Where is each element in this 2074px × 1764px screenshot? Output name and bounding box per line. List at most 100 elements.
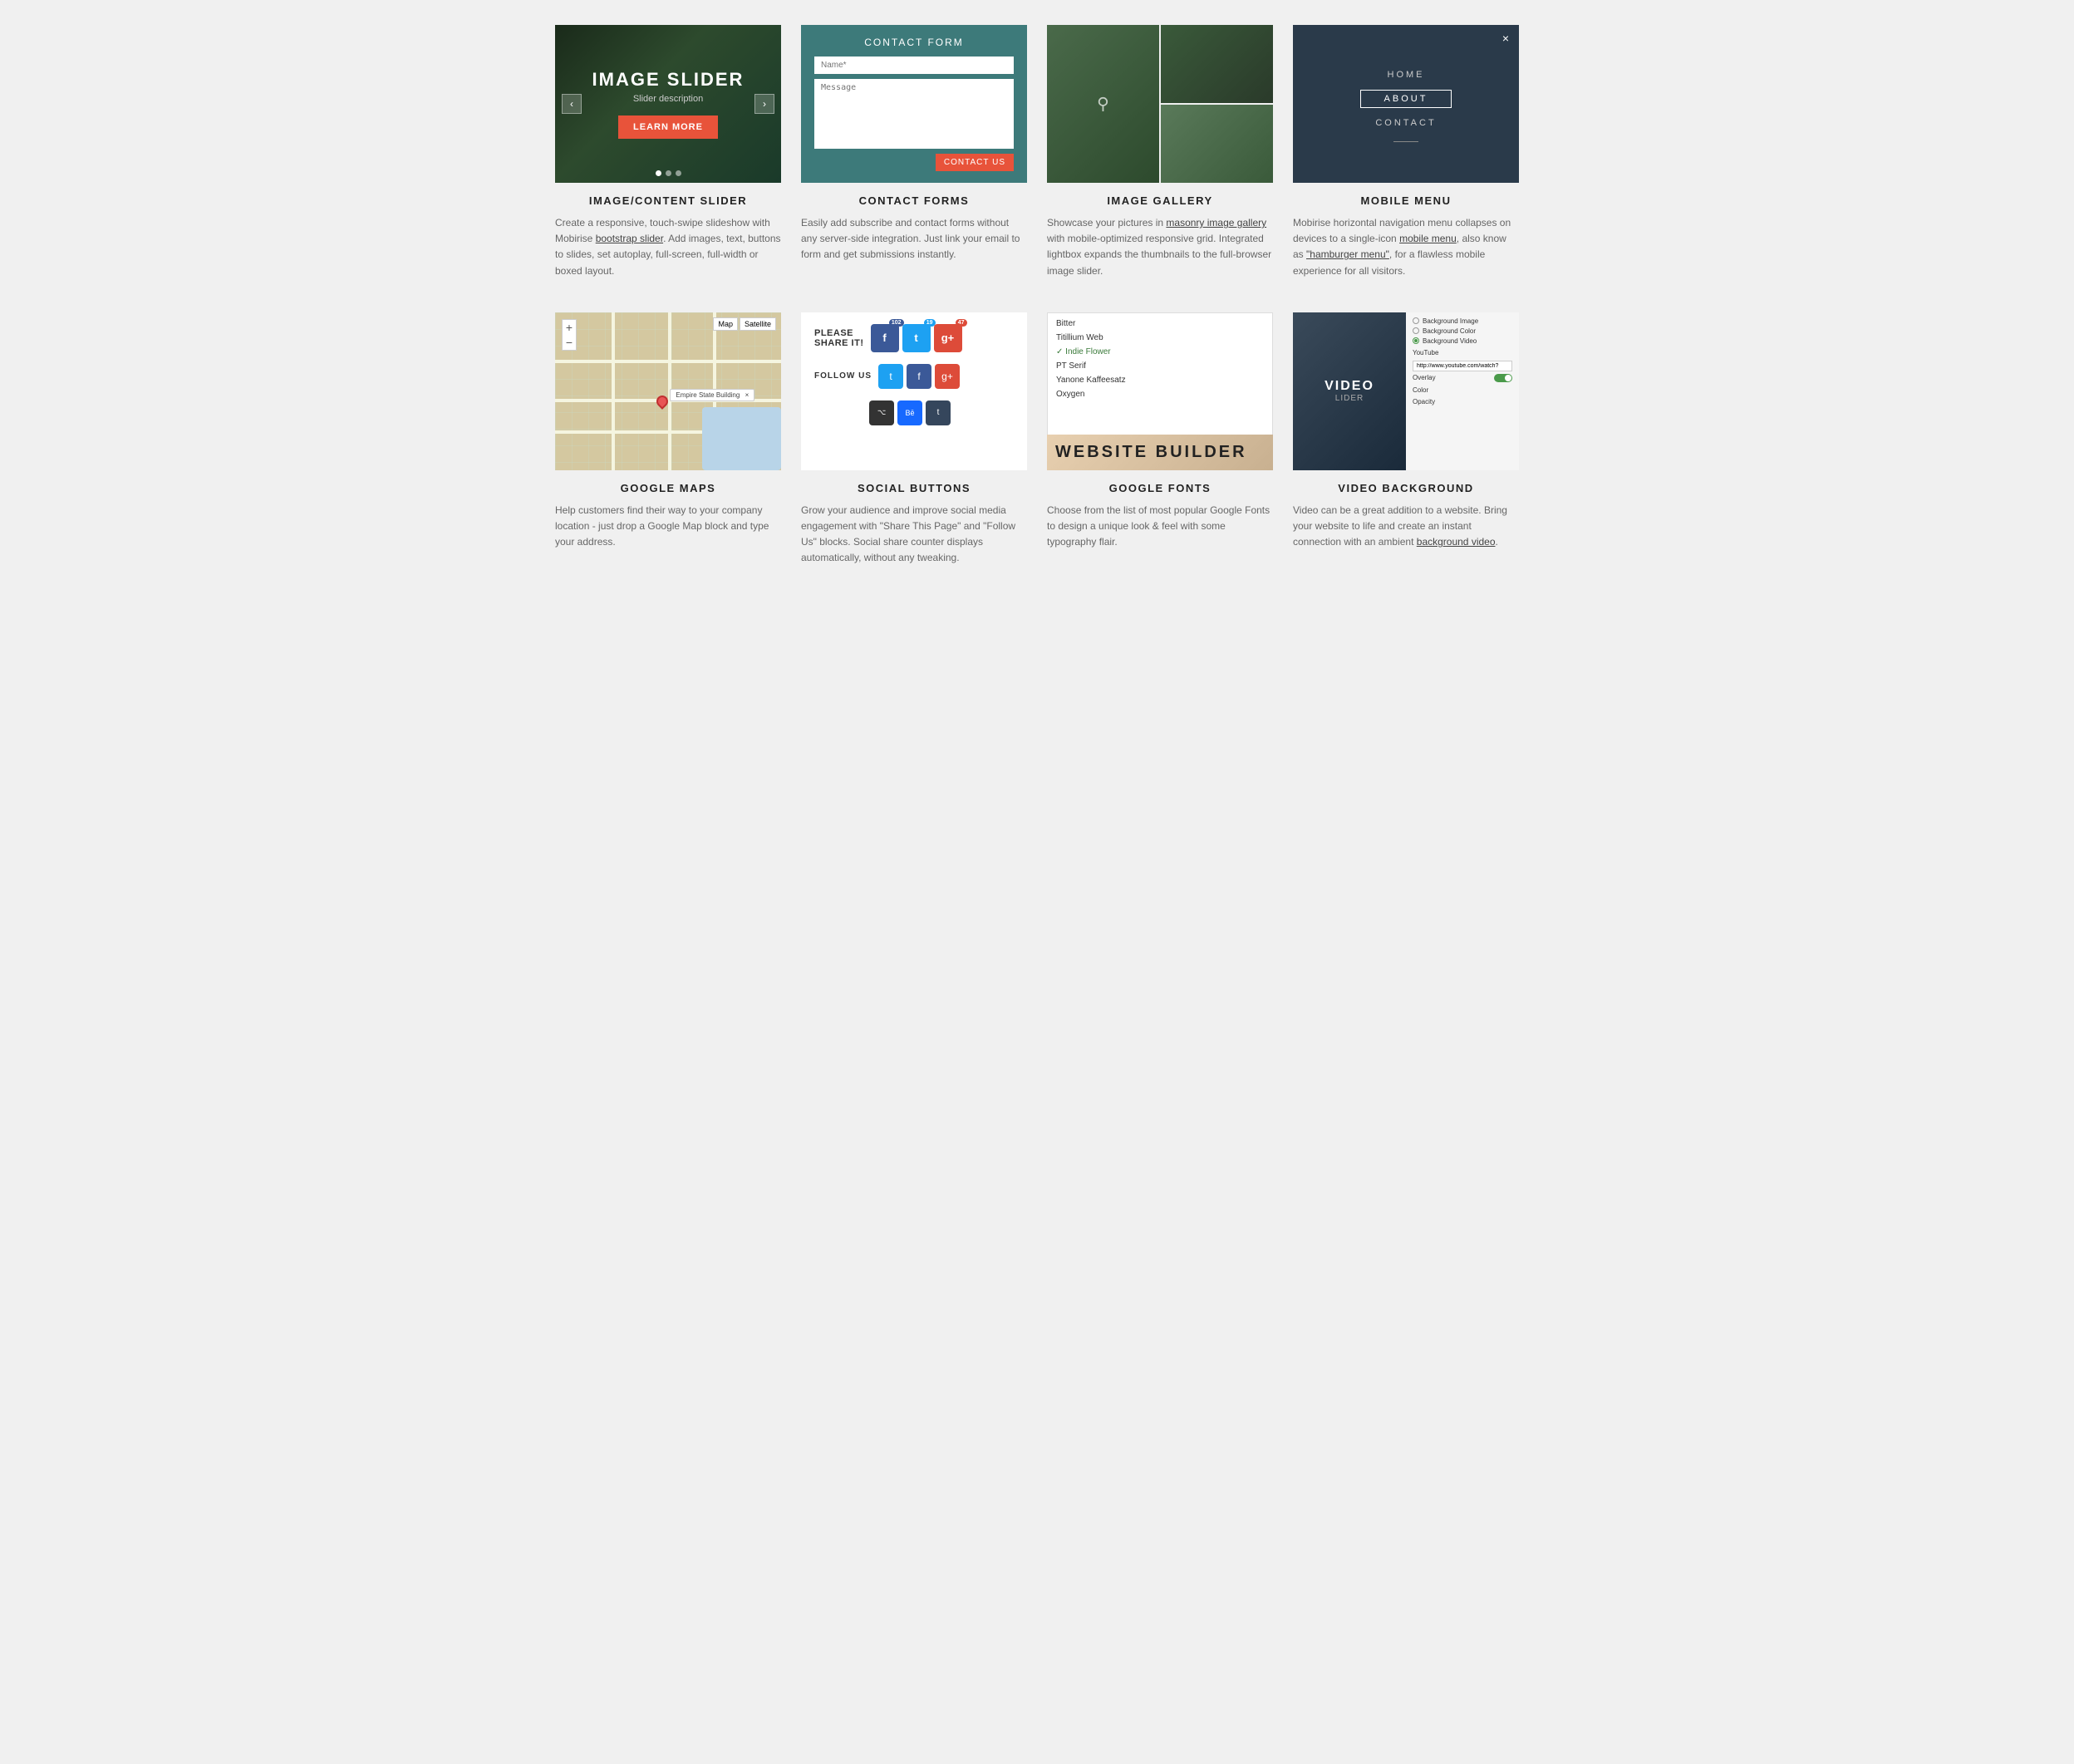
map-tooltip: Empire State Building ×: [670, 389, 754, 401]
map-tool-map[interactable]: Map: [713, 317, 738, 331]
slider-dots: [656, 170, 681, 176]
map-marker: Empire State Building ×: [656, 396, 668, 407]
mm-divider: [1393, 141, 1418, 142]
card-google-fonts: Bitter Titillium Web Indie Flower PT Ser…: [1047, 312, 1273, 567]
map-preview-bg: Map Satellite + − Empire State Bui: [555, 312, 781, 470]
map-water: [702, 407, 781, 470]
video-right-panel: Background Image Background Color Backgr…: [1406, 312, 1519, 470]
vr-youtube-input[interactable]: [1413, 361, 1512, 371]
cf-name-input[interactable]: [814, 57, 1014, 74]
map-tool-satellite[interactable]: Satellite: [740, 317, 776, 331]
share-facebook-button[interactable]: f 102: [871, 324, 899, 352]
vr-radio-bg-video[interactable]: [1413, 337, 1419, 344]
vr-radio-bg-color[interactable]: [1413, 327, 1419, 334]
slider-learn-more-button[interactable]: LEARN MORE: [618, 115, 718, 139]
font-preview-text: WEBSITE BUILDER: [1055, 443, 1265, 462]
font-yanone[interactable]: Yanone Kaffeesatz: [1048, 373, 1272, 387]
card-title-mobile-menu: MOBILE MENU: [1293, 194, 1519, 207]
video-label-area: VIDEO LIDER: [1325, 379, 1374, 403]
slider-preview-image: ‹ IMAGE SLIDER Slider description LEARN …: [555, 25, 781, 183]
vr-radio-bg-image[interactable]: [1413, 317, 1419, 324]
follow-github-button[interactable]: ⌥: [869, 400, 894, 425]
link-masonry-gallery[interactable]: masonry image gallery: [1166, 217, 1266, 228]
follow-label: FOLLOW US: [814, 371, 872, 381]
font-indie-flower[interactable]: Indie Flower: [1048, 345, 1272, 359]
video-sub-label: LIDER: [1325, 394, 1374, 403]
gallery-cell-1: ⚲: [1047, 25, 1159, 183]
share-row: PLEASESHARE IT! f 102 t 19 g+: [814, 324, 1014, 352]
font-oxygen[interactable]: Oxygen: [1048, 387, 1272, 401]
gp-icon: g+: [941, 332, 955, 344]
map-zoom-out[interactable]: −: [563, 335, 576, 350]
share-label: PLEASESHARE IT!: [814, 328, 864, 348]
follow-behance-button[interactable]: Bē: [897, 400, 922, 425]
font-preview-area: WEBSITE BUILDER: [1047, 435, 1273, 470]
follow-tumblr-button[interactable]: t: [926, 400, 951, 425]
follow-twitter-button[interactable]: t: [878, 364, 903, 389]
share-buttons: f 102 t 19 g+ 47: [871, 324, 962, 352]
cf-title: CONTACT FORM: [814, 37, 1014, 48]
follow-buttons: t f g+: [878, 364, 960, 389]
card-title-slider: IMAGE/CONTENT SLIDER: [555, 194, 781, 207]
card-image-slider: ‹ IMAGE SLIDER Slider description LEARN …: [555, 25, 781, 279]
mm-item-contact[interactable]: CONTACT: [1375, 115, 1436, 131]
follow-facebook-button[interactable]: f: [907, 364, 931, 389]
font-bitter[interactable]: Bitter: [1048, 317, 1272, 331]
map-tooltip-close[interactable]: ×: [745, 391, 749, 399]
card-google-maps: Map Satellite + − Empire State Bui: [555, 312, 781, 567]
slider-nav-left[interactable]: ‹: [562, 94, 582, 114]
dot-3: [676, 170, 681, 176]
card-title-video: VIDEO BACKGROUND: [1293, 482, 1519, 494]
mm-item-about[interactable]: ABOUT: [1360, 90, 1452, 108]
vr-label-bg-video: Background Video: [1423, 337, 1477, 345]
card-desc-gallery: Showcase your pictures in masonry image …: [1047, 215, 1273, 279]
vr-overlay-label: Overlay: [1413, 374, 1436, 381]
vr-overlay-toggle[interactable]: [1494, 374, 1512, 382]
gallery-preview-bg: ⚲: [1047, 25, 1273, 183]
gallery-cell-2: [1161, 25, 1273, 103]
vr-option-bg-color: Background Color: [1413, 327, 1512, 335]
dot-2: [666, 170, 671, 176]
mobile-menu-preview-image: × HOME ABOUT CONTACT: [1293, 25, 1519, 183]
card-desc-mobile-menu: Mobirise horizontal navigation menu coll…: [1293, 215, 1519, 279]
link-background-video[interactable]: background video: [1417, 536, 1496, 548]
card-desc-fonts: Choose from the list of most popular Goo…: [1047, 503, 1273, 551]
fb-icon: f: [882, 332, 886, 344]
card-social-buttons: PLEASESHARE IT! f 102 t 19 g+: [801, 312, 1027, 567]
vr-youtube-label: YouTube: [1413, 349, 1512, 356]
follow-googleplus-button[interactable]: g+: [935, 364, 960, 389]
share-googleplus-button[interactable]: g+ 47: [934, 324, 962, 352]
mobile-menu-close-icon[interactable]: ×: [1502, 32, 1509, 45]
gallery-desc-1: Showcase your pictures in: [1047, 217, 1166, 228]
map-toolbar: Map Satellite: [713, 317, 776, 331]
follow-row: FOLLOW US t f g+: [814, 364, 1014, 389]
slider-preview-bg: ‹ IMAGE SLIDER Slider description LEARN …: [555, 25, 781, 183]
link-mobile-menu[interactable]: mobile menu: [1399, 233, 1457, 244]
card-contact-forms: CONTACT FORM CONTACT US CONTACT FORMS Ea…: [801, 25, 1027, 279]
gp-count: 47: [956, 319, 967, 327]
link-hamburger-menu[interactable]: "hamburger menu": [1306, 248, 1389, 260]
contact-form-preview-bg: CONTACT FORM CONTACT US: [801, 25, 1027, 183]
gallery-preview-image: ⚲: [1047, 25, 1273, 183]
slider-nav-right[interactable]: ›: [754, 94, 774, 114]
cf-message-input[interactable]: [814, 79, 1014, 149]
mm-item-home[interactable]: HOME: [1388, 66, 1425, 83]
row2-grid: Map Satellite + − Empire State Bui: [555, 312, 1519, 567]
vr-color-label: Color: [1413, 386, 1512, 394]
font-pt-serif[interactable]: PT Serif: [1048, 359, 1272, 373]
card-desc-slider: Create a responsive, touch-swipe slidesh…: [555, 215, 781, 279]
vr-label-bg-color: Background Color: [1423, 327, 1476, 335]
link-bootstrap-slider[interactable]: bootstrap slider: [596, 233, 663, 244]
card-desc-social: Grow your audience and improve social me…: [801, 503, 1027, 567]
cf-submit-button[interactable]: CONTACT US: [936, 154, 1014, 171]
font-titillium[interactable]: Titillium Web: [1048, 331, 1272, 345]
card-title-maps: GOOGLE MAPS: [555, 482, 781, 494]
page-wrapper: ‹ IMAGE SLIDER Slider description LEARN …: [538, 0, 1536, 625]
fb-count: 102: [889, 319, 904, 327]
map-zoom-in[interactable]: +: [563, 320, 576, 335]
share-twitter-button[interactable]: t 19: [902, 324, 931, 352]
video-main-label: VIDEO: [1325, 379, 1374, 394]
map-bg: Map Satellite + − Empire State Bui: [555, 312, 781, 470]
fonts-preview-bg: Bitter Titillium Web Indie Flower PT Ser…: [1047, 312, 1273, 470]
card-title-gallery: IMAGE GALLERY: [1047, 194, 1273, 207]
